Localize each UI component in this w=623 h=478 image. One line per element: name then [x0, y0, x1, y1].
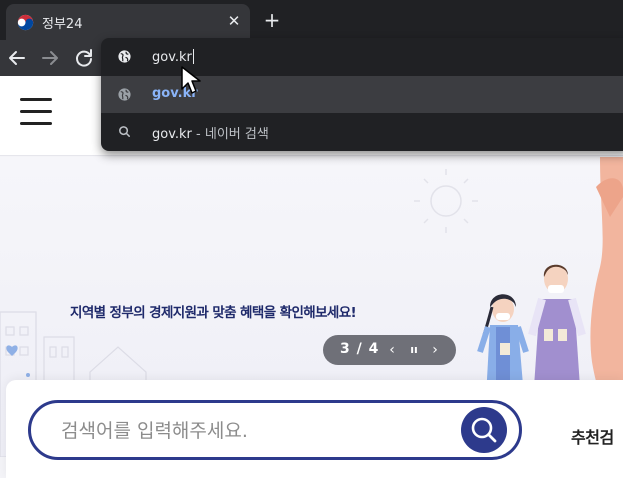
suggestion-suffix: - 네이버 검색 [196, 127, 269, 142]
slide-next-button[interactable]: › [426, 340, 444, 360]
globe-icon [118, 88, 131, 101]
recommended-search-label[interactable]: 추천검 [571, 424, 614, 448]
slide-counter: 3 / 4 [340, 341, 380, 357]
suggestion-query: gov.kr [152, 127, 192, 142]
banner-headline: 지역별 정부의 경제지원과 맞춤 혜택을 확인해보세요! [70, 305, 357, 321]
tab-close-button[interactable]: ✕ [225, 12, 243, 30]
reload-icon [76, 49, 92, 67]
back-button[interactable] [5, 46, 29, 70]
tab-strip: 정부24 ✕ + [0, 0, 623, 40]
taegeuk-icon [17, 14, 34, 31]
banner-slider-control: 3 / 4 ‹ ıı › [323, 335, 456, 365]
slide-prev-button[interactable]: ‹ [383, 340, 401, 360]
search-box [28, 400, 522, 460]
search-icon [471, 417, 497, 443]
tab-title: 정부24 [42, 17, 83, 32]
menu-icon[interactable] [20, 98, 52, 128]
search-button[interactable] [461, 407, 507, 453]
address-input[interactable]: gov.kr [152, 49, 194, 65]
new-tab-button[interactable]: + [262, 10, 282, 30]
search-icon [119, 126, 130, 137]
arrow-right-icon [42, 51, 58, 65]
browser-tab[interactable]: 정부24 ✕ [6, 4, 250, 40]
forward-button[interactable] [38, 46, 62, 70]
text-caret [192, 49, 194, 64]
mouse-pointer-icon [181, 66, 201, 94]
reload-button[interactable] [72, 46, 96, 70]
search-input[interactable] [61, 417, 451, 445]
typed-url: gov.kr [152, 50, 192, 65]
search-panel: 추천검 [6, 380, 623, 478]
suggestion-text: gov.kr - 네이버 검색 [152, 123, 269, 142]
slide-pause-button[interactable]: ıı [405, 340, 423, 360]
suggestion-item[interactable]: gov.kr - 네이버 검색 [101, 113, 623, 150]
arrow-left-icon [9, 51, 25, 65]
globe-icon [118, 50, 131, 63]
